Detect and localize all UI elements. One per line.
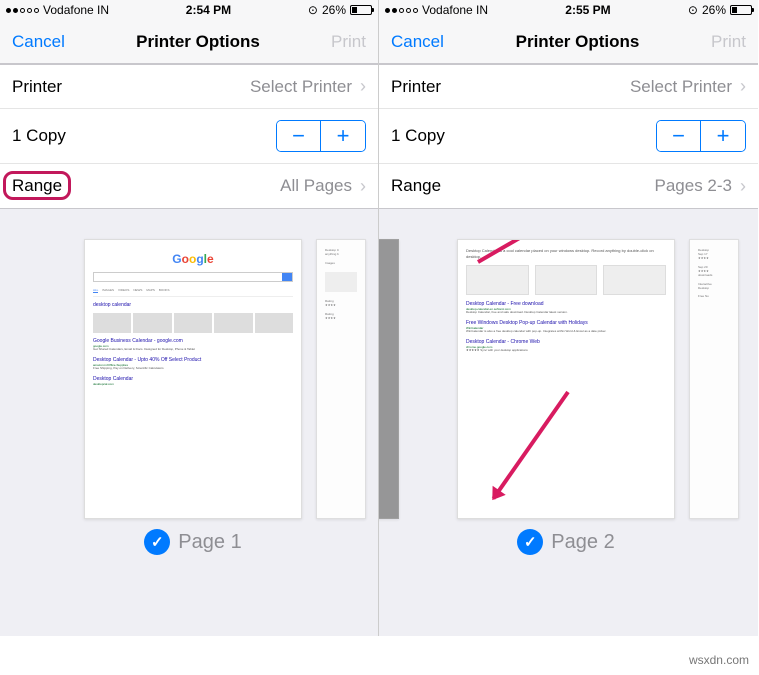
battery-percent: 26% [702,3,726,17]
screen-left: Vodafone IN 2:54 PM ⊙ 26% Cancel Printer… [0,0,379,636]
range-value: Pages 2-3 [655,176,733,196]
page-selected-check-icon[interactable]: ✓ [144,529,170,555]
copies-minus-button[interactable]: − [657,121,701,151]
printer-value: Select Printer [630,77,732,97]
annotation-arrow-2 [492,391,570,500]
page-thumbnail: Desktop Calendar is a cool calendar plac… [457,239,675,519]
print-button[interactable]: Print [711,32,746,52]
page-preview-area[interactable]: Desktop Calendar is a cool calendar plac… [379,209,758,636]
copies-stepper: − + [656,120,746,152]
range-label-highlight: Range [3,171,71,200]
alarm-icon: ⊙ [308,3,318,17]
page-preview-1[interactable]: Google ALLIMAGESVIDEOSNEWSMAPSBOOKS desk… [84,239,302,555]
chevron-right-icon: › [740,76,746,97]
page-thumbnail-partial-dimmed [379,239,399,519]
signal-dots-icon [385,8,418,13]
nav-title: Printer Options [516,32,640,52]
range-row[interactable]: Range Pages 2-3 › [379,164,758,208]
range-row[interactable]: Range All Pages › [0,164,378,208]
range-label: Range [391,176,441,196]
cancel-button[interactable]: Cancel [391,32,444,52]
page-thumbnail-partial: DesktopSep 17★★★★Sep 20★★★★downloadsInte… [689,239,739,519]
status-bar: Vodafone IN 2:54 PM ⊙ 26% [0,0,378,20]
page-preview-next[interactable]: Desktop Canything bImagesRating★★★★Ratin… [316,239,366,519]
battery-icon [350,5,372,15]
battery-percent: 26% [322,3,346,17]
chevron-right-icon: › [740,176,746,197]
status-time: 2:54 PM [109,3,308,17]
printer-value: Select Printer [250,77,352,97]
copies-label: 1 Copy [12,126,66,146]
printer-row[interactable]: Printer Select Printer › [379,65,758,109]
page-thumbnail: Google ALLIMAGESVIDEOSNEWSMAPSBOOKS desk… [84,239,302,519]
screen-right: Vodafone IN 2:55 PM ⊙ 26% Cancel Printer… [379,0,758,636]
page-preview-2[interactable]: Desktop Calendar is a cool calendar plac… [457,239,675,555]
print-button[interactable]: Print [331,32,366,52]
nav-bar: Cancel Printer Options Print [379,20,758,64]
page-preview-prev[interactable] [379,239,399,519]
printer-label: Printer [391,77,441,97]
printer-row[interactable]: Printer Select Printer › [0,65,378,109]
printer-label: Printer [12,77,62,97]
page-preview-area[interactable]: Google ALLIMAGESVIDEOSNEWSMAPSBOOKS desk… [0,209,378,636]
copies-plus-button[interactable]: + [321,121,365,151]
page-selected-check-icon[interactable]: ✓ [517,529,543,555]
alarm-icon: ⊙ [688,3,698,17]
cancel-button[interactable]: Cancel [12,32,65,52]
watermark: wsxdn.com [689,653,749,667]
print-options-list: Printer Select Printer › 1 Copy − + Rang… [379,64,758,209]
print-options-list: Printer Select Printer › 1 Copy − + Rang… [0,64,378,209]
status-time: 2:55 PM [488,3,688,17]
copies-label: 1 Copy [391,126,445,146]
copies-plus-button[interactable]: + [701,121,745,151]
page-thumbnail-partial: Desktop Canything bImagesRating★★★★Ratin… [316,239,366,519]
copies-row: 1 Copy − + [379,109,758,164]
signal-dots-icon [6,8,39,13]
copies-row: 1 Copy − + [0,109,378,164]
carrier-label: Vodafone IN [43,3,109,17]
nav-title: Printer Options [136,32,260,52]
page-number-label: Page 1 [178,531,241,554]
page-number-label: Page 2 [551,531,614,554]
battery-icon [730,5,752,15]
carrier-label: Vodafone IN [422,3,488,17]
range-label: Range [12,176,62,195]
page-preview-next[interactable]: DesktopSep 17★★★★Sep 20★★★★downloadsInte… [689,239,739,519]
range-value: All Pages [280,176,352,196]
copies-minus-button[interactable]: − [277,121,321,151]
copies-stepper: − + [276,120,366,152]
status-bar: Vodafone IN 2:55 PM ⊙ 26% [379,0,758,20]
nav-bar: Cancel Printer Options Print [0,20,378,64]
chevron-right-icon: › [360,176,366,197]
chevron-right-icon: › [360,76,366,97]
